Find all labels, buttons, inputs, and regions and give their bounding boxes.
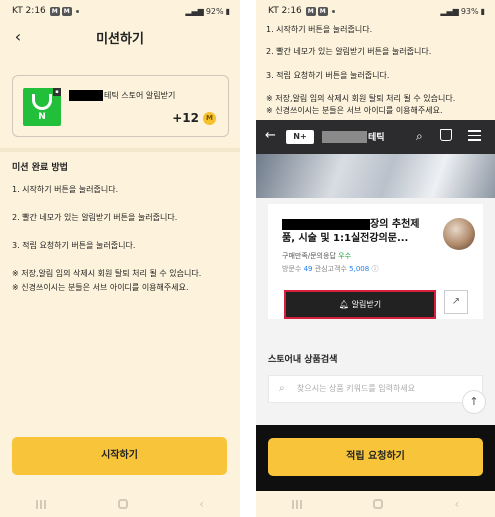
redacted-text xyxy=(322,130,367,143)
logo-badge-icon: ▪ xyxy=(53,88,61,96)
divider xyxy=(0,148,240,152)
search-icon: ⌕ xyxy=(279,383,285,394)
meta-label: 구매만족/문의응답 xyxy=(282,252,336,260)
notification-icon: M xyxy=(317,6,328,16)
store-name-label: 테틱 xyxy=(368,133,385,143)
menu-icon[interactable] xyxy=(468,130,481,144)
battery-icon: ▮ xyxy=(480,6,485,16)
page-title: 미션하기 xyxy=(96,32,144,47)
coin-icon: M xyxy=(203,111,216,125)
section-title: 미션 완료 방법 xyxy=(12,163,68,173)
recent-apps-icon[interactable] xyxy=(291,499,302,509)
store-logo-icon: N ▪ xyxy=(23,88,61,126)
notification-icon: M xyxy=(305,6,316,16)
back-nav-icon[interactable]: ‹ xyxy=(454,497,459,511)
mission-name: 테틱 스토어 알림받기 xyxy=(69,90,175,101)
info-icon[interactable]: ⓘ xyxy=(371,265,378,273)
store-webview: ← N+ 테틱 ⌕ 장의 추천제 품, 시술 및 1:1실전강의문... 구매만… xyxy=(256,120,495,425)
meta-rating: 우수 xyxy=(338,252,352,260)
store-search-input[interactable]: ⌕ 찾으시는 상품 키워드를 입력하세요 xyxy=(268,375,483,403)
dot-icon xyxy=(331,9,335,13)
battery-icon: ▮ xyxy=(225,6,230,16)
signal-icon: ▂▄▆ xyxy=(440,6,459,16)
redacted-text xyxy=(69,90,103,101)
back-nav-icon[interactable]: ‹ xyxy=(199,497,204,511)
store-meta: 구매만족/문의응답 우수 xyxy=(282,251,351,261)
battery-percent: 92% xyxy=(205,6,224,16)
status-bar: KT 2:16 M M ▂▄▆ 93% ▮ xyxy=(256,0,495,22)
store-title-line2: 품, 시술 및 1:1실전강의문... xyxy=(282,233,409,244)
status-time: KT 2:16 xyxy=(268,6,302,16)
mission-card[interactable]: N ▪ 테틱 스토어 알림받기 +12 M xyxy=(12,75,229,137)
notify-button[interactable]: 🔔︎ 알림받기 xyxy=(284,290,436,319)
visitors-label: 방문수 xyxy=(282,265,302,273)
step-2: 2. 빨간 네모가 있는 알림받기 버튼을 눌러줍니다. xyxy=(12,213,178,222)
system-nav-bar: ‹ xyxy=(256,491,495,517)
scroll-top-icon[interactable]: ↑ xyxy=(462,390,486,414)
arrow-left-icon[interactable]: ← xyxy=(265,128,276,143)
step-2: 2. 빨간 네모가 있는 알림받기 버튼을 눌러줍니다. xyxy=(266,47,432,56)
search-section-title: 스토어내 상품검색 xyxy=(268,355,338,365)
web-header: ← N+ 테틱 ⌕ xyxy=(256,120,495,154)
bell-plus-icon: 🔔︎ xyxy=(338,300,350,309)
screenshot: KT 2:16 M M ▂▄▆ 92% ▮ ‹ 미션하기 N ▪ 테틱 스토어 … xyxy=(0,0,495,517)
fans-count: 5,008 xyxy=(349,265,370,273)
home-icon[interactable] xyxy=(117,499,128,509)
reward-amount: +12 xyxy=(172,111,199,125)
recent-apps-icon[interactable] xyxy=(35,499,46,509)
dot-icon xyxy=(75,9,79,13)
fans-label: 관심고객수 xyxy=(314,265,347,273)
reward: +12 M xyxy=(172,111,216,125)
naver-plus-logo[interactable]: N+ xyxy=(286,130,314,144)
right-phone-screen: KT 2:16 M M ▂▄▆ 93% ▮ 1. 시작하기 버튼을 눌러줍니다.… xyxy=(256,0,495,517)
note-2: ※ 신경쓰이시는 분들은 서브 아이디를 이용해주세요. xyxy=(266,106,443,115)
notify-label: 알림받기 xyxy=(351,300,382,309)
avatar[interactable] xyxy=(443,218,475,250)
shopping-bag-icon[interactable] xyxy=(440,129,452,141)
search-placeholder: 찾으시는 상품 키워드를 입력하세요 xyxy=(297,384,416,393)
step-1: 1. 시작하기 버튼을 눌러줍니다. xyxy=(266,25,373,34)
visitors-count: 49 xyxy=(303,265,313,273)
start-button[interactable]: 시작하기 xyxy=(12,437,227,475)
home-icon[interactable] xyxy=(373,499,384,509)
notification-icon: M xyxy=(49,6,60,16)
store-profile-card: 장의 추천제 품, 시술 및 1:1실전강의문... 구매만족/문의응답 우수 … xyxy=(268,204,483,319)
store-stats: 방문수 49 관심고객수 5,008 ⓘ xyxy=(282,264,378,274)
store-banner-image xyxy=(256,154,495,198)
redacted-text xyxy=(282,218,370,230)
store-title: 장의 추천제 품, 시술 및 1:1실전강의문... xyxy=(282,218,440,246)
note-1: ※ 저장,알림 임의 삭제시 회원 탈퇴 처리 될 수 있습니다. xyxy=(12,269,202,278)
store-title-line1: 장의 추천제 xyxy=(370,219,420,230)
search-icon[interactable]: ⌕ xyxy=(416,129,423,144)
left-phone-screen: KT 2:16 M M ▂▄▆ 92% ▮ ‹ 미션하기 N ▪ 테틱 스토어 … xyxy=(0,0,240,517)
mission-name-label: 테틱 스토어 알림받기 xyxy=(104,91,176,100)
step-3: 3. 적립 요청하기 버튼을 눌러줍니다. xyxy=(266,71,390,80)
step-3: 3. 적립 요청하기 버튼을 눌러줍니다. xyxy=(12,241,136,250)
note-1: ※ 저장,알림 임의 삭제시 회원 탈퇴 처리 될 수 있습니다. xyxy=(266,94,456,103)
top-bar: ‹ 미션하기 xyxy=(0,22,240,52)
step-1: 1. 시작하기 버튼을 눌러줍니다. xyxy=(12,185,119,194)
store-name: 테틱 xyxy=(322,130,385,143)
note-2: ※ 신경쓰이시는 분들은 서브 아이디를 이용해주세요. xyxy=(12,283,189,292)
notification-icon: M xyxy=(61,6,72,16)
battery-percent: 93% xyxy=(460,6,479,16)
status-bar: KT 2:16 M M ▂▄▆ 92% ▮ xyxy=(0,0,240,22)
system-nav-bar: ‹ xyxy=(0,491,240,517)
request-reward-button[interactable]: 적립 요청하기 xyxy=(268,438,483,476)
signal-icon: ▂▄▆ xyxy=(185,6,204,16)
status-time: KT 2:16 xyxy=(12,6,46,16)
share-icon[interactable]: ↗ xyxy=(444,290,468,314)
